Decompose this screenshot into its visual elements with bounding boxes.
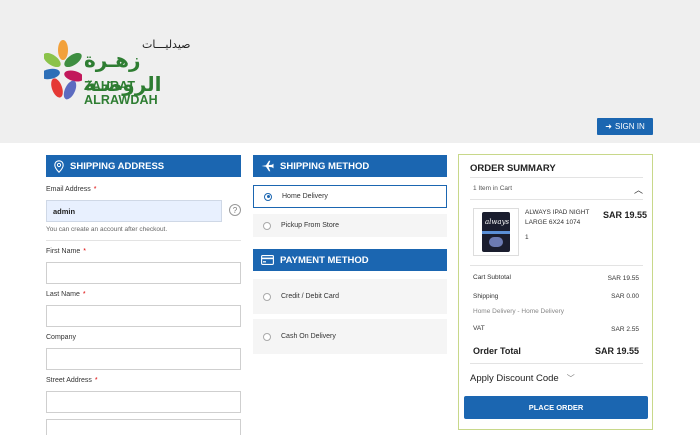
- required-mark: *: [93, 186, 97, 193]
- chevron-up-icon[interactable]: ︿: [634, 183, 643, 196]
- sign-in-icon: ➜: [605, 122, 612, 131]
- payment-option-cod[interactable]: Cash On Delivery: [253, 319, 447, 354]
- last-name-label: Last Name *: [46, 291, 86, 298]
- product-image: always: [473, 208, 519, 256]
- email-hint: You can create an account after checkout…: [46, 226, 168, 233]
- payment-option-label: Cash On Delivery: [281, 333, 336, 340]
- package-pad-graphic: [489, 237, 503, 247]
- credit-card-icon: [261, 255, 274, 265]
- email-label: Email Address *: [46, 186, 96, 193]
- street-address-label: Street Address *: [46, 377, 98, 384]
- payment-method-title: PAYMENT METHOD: [280, 254, 369, 266]
- order-total-label: Order Total: [473, 346, 521, 356]
- cart-subtotal-value: SAR 19.55: [607, 275, 639, 282]
- place-order-button[interactable]: PLACE ORDER: [464, 396, 648, 419]
- last-name-label-text: Last Name: [46, 291, 80, 298]
- first-name-label: First Name *: [46, 248, 86, 255]
- shipping-option-label: Home Delivery: [282, 193, 328, 200]
- product-brand-mark: always: [485, 218, 510, 226]
- order-summary-title: ORDER SUMMARY: [470, 163, 556, 174]
- payment-method-header: PAYMENT METHOD: [253, 249, 447, 271]
- product-package-graphic: always: [482, 212, 510, 252]
- divider: [46, 240, 241, 241]
- first-name-label-text: First Name: [46, 248, 81, 255]
- vat-value: SAR 2.55: [611, 326, 639, 333]
- company-field[interactable]: [46, 348, 241, 370]
- shipping-value: SAR 0.00: [611, 293, 639, 300]
- radio-button[interactable]: [263, 221, 271, 230]
- divider: [470, 177, 643, 178]
- radio-button[interactable]: [263, 332, 271, 341]
- divider: [470, 363, 643, 364]
- company-label-text: Company: [46, 334, 76, 341]
- street-address-line1-field[interactable]: [46, 391, 241, 413]
- shipping-option-home-delivery[interactable]: Home Delivery: [253, 185, 447, 208]
- product-qty: 1: [525, 234, 529, 241]
- radio-button[interactable]: [263, 292, 271, 301]
- cart-subtotal-label: Cart Subtotal: [473, 274, 511, 281]
- apply-discount-label: Apply Discount Code: [470, 373, 559, 384]
- store-logo[interactable]: صيدليـــات زهـرة الروضـة ZAHRAT ALRAWDAH: [44, 38, 194, 107]
- last-name-field[interactable]: [46, 305, 241, 327]
- required-mark: *: [82, 291, 86, 298]
- chevron-down-icon: ﹀: [566, 374, 575, 383]
- site-header: صيدليـــات زهـرة الروضـة ZAHRAT ALRAWDAH…: [0, 0, 700, 143]
- radio-button[interactable]: [264, 192, 272, 201]
- email-field-value: admin: [53, 206, 76, 216]
- shipping-method-header: SHIPPING METHOD: [253, 155, 447, 177]
- order-summary-panel: ORDER SUMMARY 1 Item in Cart ︿ always AL…: [458, 154, 653, 430]
- shipping-option-pickup[interactable]: Pickup From Store: [253, 214, 447, 237]
- airplane-icon: [261, 160, 274, 172]
- flower-logo-icon: [44, 40, 82, 100]
- first-name-field[interactable]: [46, 262, 241, 284]
- street-address-label-text: Street Address: [46, 377, 92, 384]
- shipping-method-text: Home Delivery - Home Delivery: [473, 308, 565, 315]
- help-icon[interactable]: ?: [229, 204, 241, 216]
- shipping-address-title: SHIPPING ADDRESS: [70, 160, 165, 172]
- package-stripe: [482, 231, 510, 234]
- location-pin-icon: [54, 159, 64, 173]
- divider: [470, 199, 643, 200]
- logo-english-title: ZAHRAT ALRAWDAH: [84, 79, 158, 107]
- order-total-value: SAR 19.55: [594, 346, 639, 356]
- required-mark: *: [94, 377, 98, 384]
- street-address-line2-field[interactable]: [46, 419, 241, 435]
- apply-discount-toggle[interactable]: Apply Discount Code ﹀: [470, 373, 575, 384]
- shipping-method-title: SHIPPING METHOD: [280, 160, 370, 172]
- shipping-address-header: SHIPPING ADDRESS: [46, 155, 241, 177]
- sign-in-label: SIGN IN: [614, 122, 645, 131]
- vat-label: VAT: [473, 325, 485, 332]
- email-label-text: Email Address: [46, 186, 91, 193]
- divider: [470, 265, 643, 266]
- payment-option-label: Credit / Debit Card: [281, 293, 339, 300]
- product-name: ALWAYS IPAD NIGHT LARGE 6X24 1074: [525, 209, 590, 226]
- cart-items-count: 1 Item in Cart: [473, 185, 513, 192]
- sign-in-button[interactable]: ➜ SIGN IN: [597, 118, 653, 135]
- company-label: Company: [46, 334, 76, 341]
- payment-option-card[interactable]: Credit / Debit Card: [253, 279, 447, 314]
- required-mark: *: [83, 248, 86, 255]
- email-field[interactable]: admin: [46, 200, 222, 222]
- product-price: SAR 19.55: [603, 210, 648, 220]
- shipping-option-label: Pickup From Store: [281, 222, 339, 229]
- shipping-label: Shipping: [473, 293, 499, 300]
